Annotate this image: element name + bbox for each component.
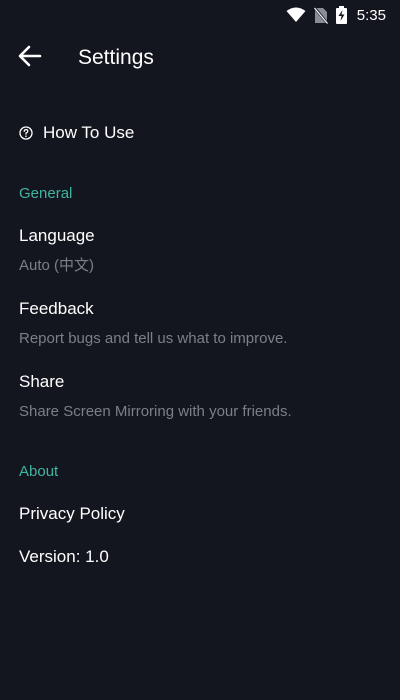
share-subtitle: Share Screen Mirroring with your friends… [19, 403, 292, 420]
language-subtitle: Auto (中文) [19, 257, 95, 274]
section-header-about: About [19, 463, 59, 480]
no-sim-icon [313, 6, 328, 24]
language-title: Language [19, 226, 95, 245]
status-bar: 5:35 [0, 0, 400, 30]
status-time: 5:35 [356, 6, 386, 24]
battery-charging-icon [335, 6, 347, 24]
help-circle-icon [19, 126, 33, 140]
feedback-item[interactable]: Feedback Report bugs and tell us what to… [19, 298, 400, 348]
version-item: Version: 1.0 [19, 546, 400, 568]
app-bar: Settings [0, 30, 400, 86]
feedback-subtitle: Report bugs and tell us what to improve. [19, 330, 288, 347]
feedback-title: Feedback [19, 299, 94, 318]
version-title: Version: 1.0 [19, 547, 109, 566]
arrow-left-icon [18, 45, 42, 72]
section-header-general: General [19, 185, 73, 202]
how-to-use-label: How To Use [43, 123, 135, 142]
language-item[interactable]: Language Auto (中文) [19, 225, 400, 275]
back-button[interactable] [10, 38, 50, 78]
page-title: Settings [78, 46, 154, 69]
share-title: Share [19, 372, 65, 391]
privacy-policy-title: Privacy Policy [19, 504, 125, 523]
privacy-policy-item[interactable]: Privacy Policy [19, 503, 400, 525]
wifi-icon [286, 7, 306, 23]
share-item[interactable]: Share Share Screen Mirroring with your f… [19, 371, 400, 421]
how-to-use-item[interactable]: How To Use [19, 118, 400, 148]
